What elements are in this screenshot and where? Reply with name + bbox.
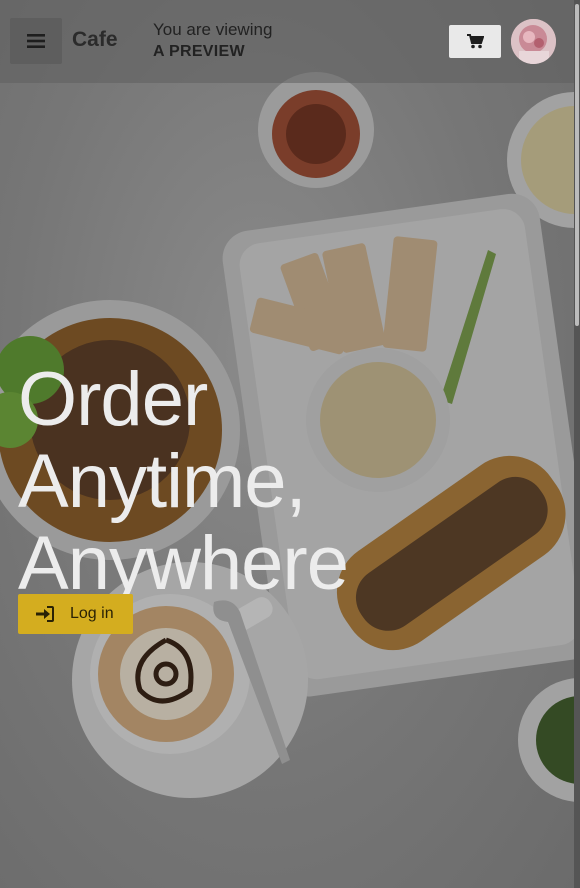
- top-navigation-bar: Cafe You are viewing A PREVIEW: [0, 0, 574, 83]
- preview-notice-line2: A PREVIEW: [153, 43, 245, 60]
- headline-line-3: Anywhere: [18, 520, 349, 606]
- scrollbar-thumb[interactable]: [575, 4, 579, 326]
- brand-name[interactable]: Cafe: [72, 28, 118, 52]
- cart-button[interactable]: [449, 25, 501, 58]
- headline-line-2: Anytime,: [18, 438, 307, 524]
- login-button-label: Log in: [70, 605, 114, 622]
- login-button[interactable]: Log in: [18, 594, 133, 634]
- hero-headline: Order Anytime, Anywhere: [18, 356, 538, 606]
- avatar-image: [511, 19, 556, 64]
- cart-icon: [466, 34, 484, 49]
- preview-notice: You are viewing A PREVIEW: [153, 19, 272, 63]
- menu-button[interactable]: [10, 18, 62, 64]
- hamburger-icon: [27, 34, 45, 48]
- page-scrollbar[interactable]: [574, 0, 580, 888]
- preview-notice-line1: You are viewing: [153, 20, 273, 39]
- sign-in-icon: [36, 606, 54, 622]
- headline-line-1: Order: [18, 356, 208, 442]
- user-avatar[interactable]: [511, 19, 556, 64]
